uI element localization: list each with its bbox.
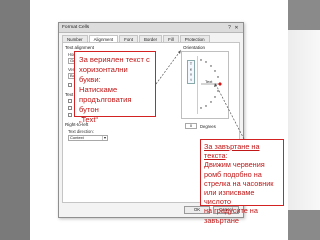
orientation-box: Text Text — [181, 51, 229, 119]
callout-title: За завъртане на текста — [204, 142, 260, 161]
tab-number[interactable]: Number — [62, 35, 88, 42]
merge-cells-checkbox[interactable] — [68, 113, 72, 117]
callout-title-suffix: : — [225, 151, 228, 161]
tab-alignment[interactable]: Alignment — [88, 35, 119, 42]
text-alignment-heading: Text alignment — [65, 45, 95, 50]
callout-line: на градусите на — [204, 206, 258, 216]
rotation-callout: За завъртане на текста: Движим червения … — [200, 139, 284, 225]
callout-line: стрелка на часовник — [204, 178, 274, 188]
justify-distributed-checkbox[interactable] — [68, 83, 72, 87]
dial-text-label: Text — [205, 79, 213, 84]
right-accent-strip — [288, 0, 320, 240]
tab-font[interactable]: Font — [119, 35, 138, 42]
dialog-tabs: Number Alignment Font Border Fill Protec… — [59, 33, 243, 42]
text-direction-value: Context — [70, 135, 84, 140]
callout-title-line: За завъртане на текста: — [204, 142, 280, 160]
left-accent-bar — [0, 0, 30, 240]
text-direction-select[interactable]: Context ▼ — [68, 135, 108, 141]
help-icon[interactable]: ? — [226, 25, 233, 31]
orientation-dial-graphic: Text — [200, 59, 222, 109]
callout-line: За вериялен текст с — [79, 55, 150, 64]
tab-fill[interactable]: Fill — [163, 35, 179, 42]
tab-protection[interactable]: Protection — [179, 35, 210, 42]
orientation-handle-diamond — [218, 82, 222, 86]
callout-line: продълговатия бутон — [79, 95, 132, 114]
callout-line: хоризонтални букви: — [79, 65, 128, 84]
vertical-text-callout: За вериялен текст с хоризонтални букви: … — [74, 51, 156, 124]
dialog-title: Format Cells — [62, 25, 90, 30]
dialog-titlebar: Format Cells ? ✕ — [59, 23, 243, 33]
callout-line: завъртане — [204, 215, 239, 225]
callout-line: ромб подобно на — [204, 169, 262, 179]
degrees-input[interactable]: 0 — [185, 123, 197, 129]
corner-mark-top — [288, 0, 320, 30]
callout-line: „Text“ — [79, 115, 98, 124]
close-icon[interactable]: ✕ — [233, 25, 240, 31]
wrap-text-checkbox[interactable] — [68, 99, 72, 103]
tab-border[interactable]: Border — [138, 35, 163, 42]
text-direction-label: Text direction: — [68, 129, 94, 134]
orientation-dial[interactable]: Text — [197, 56, 227, 114]
callout-line: или изписваме числото — [204, 188, 255, 207]
orientation-heading: Orientation — [183, 45, 206, 50]
corner-mark-bottom — [288, 210, 320, 240]
shrink-to-fit-checkbox[interactable] — [68, 106, 72, 110]
vertical-text-button[interactable]: Text — [187, 60, 195, 85]
vertical-text-label: Text — [188, 61, 194, 83]
callout-line: Натискаме — [79, 85, 118, 94]
chevron-down-icon: ▼ — [102, 136, 107, 140]
callout-line: Движим червения — [204, 160, 265, 170]
degrees-label: Degrees — [200, 124, 216, 129]
